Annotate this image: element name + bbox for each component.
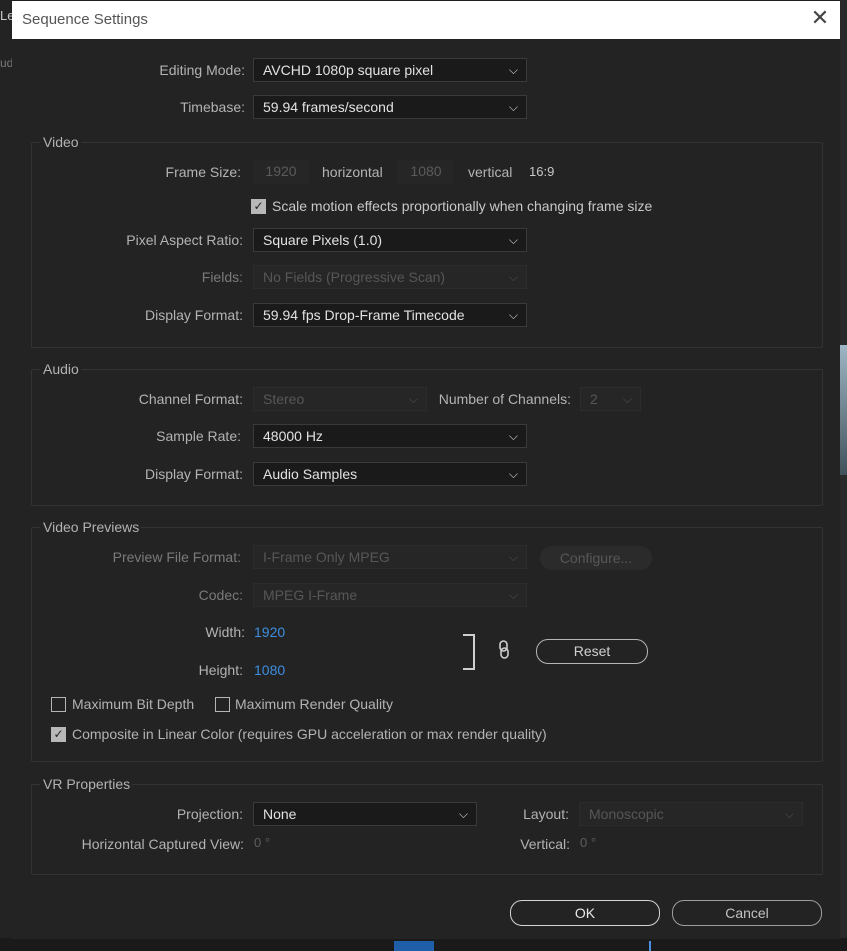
dialog-title: Sequence Settings [22,11,148,28]
horizontal-label: horizontal [322,164,383,180]
layout-label: Layout: [523,806,569,822]
width-label: Width: [205,624,245,640]
audio-display-format-label: Display Format: [144,466,243,482]
configure-button[interactable]: Configure... [540,546,652,570]
sample-rate-label: Sample Rate: [156,428,241,444]
chevron-down-icon: ⌵ [508,63,518,77]
chevron-down-icon: ⌵ [508,270,518,284]
projection-value: None [263,806,297,822]
codec-label: Codec: [198,587,243,603]
editing-mode-label: Editing Mode: [159,62,245,78]
max-render-quality-label: Maximum Render Quality [235,696,393,712]
preview-file-format-select[interactable]: I-Frame Only MPEG ⌵ [253,545,527,569]
frame-height-field: 1080 [398,160,454,184]
channel-format-select[interactable]: Stereo ⌵ [253,387,427,411]
chevron-down-icon: ⌵ [408,392,418,406]
frame-size-label: Frame Size: [165,164,241,180]
number-of-channels-label: Number of Channels: [438,391,571,407]
channel-format-value: Stereo [263,391,305,407]
fields-select[interactable]: No Fields (Progressive Scan) ⌵ [253,265,527,289]
close-icon: ✕ [810,5,830,30]
audio-display-format-value: Audio Samples [263,466,358,482]
timebase-label: Timebase: [180,99,245,115]
pixel-aspect-label: Pixel Aspect Ratio: [126,232,243,248]
projection-label: Projection: [176,806,243,822]
timebase-value: 59.94 frames/second [263,99,394,115]
timebase-select[interactable]: 59.94 frames/second ⌵ [253,95,527,119]
cancel-button[interactable]: Cancel [672,900,822,926]
editing-mode-select[interactable]: AVCHD 1080p square pixel ⌵ [253,58,527,82]
scale-motion-checkbox[interactable]: ✓ [251,199,266,214]
projection-select[interactable]: None ⌵ [253,802,477,826]
link-icon[interactable] [496,640,512,660]
chevron-down-icon: ⌵ [508,233,518,247]
vr-vertical-label: Vertical: [520,836,570,852]
frame-width-field: 1920 [253,160,309,184]
height-label: Height: [198,662,243,678]
background-thumbnail [840,345,847,475]
preview-width-value[interactable]: 1920 [254,624,285,640]
aspect-ratio-text: 16:9 [529,164,555,179]
editing-mode-value: AVCHD 1080p square pixel [263,62,434,78]
composite-linear-checkbox[interactable]: ✓ [51,727,66,742]
video-previews-section-title: Video Previews [40,519,142,535]
link-bracket [463,634,475,670]
layout-value: Monoscopic [589,806,664,822]
video-section-title: Video [40,134,81,150]
horizontal-captured-view-value[interactable]: 0 ° [254,835,270,850]
codec-select[interactable]: MPEG I-Frame ⌵ [253,583,527,607]
chevron-down-icon: ⌵ [508,588,518,602]
background-timeline-marker [394,941,434,951]
vr-properties-section-title: VR Properties [40,776,133,792]
chevron-down-icon: ⌵ [508,429,518,443]
video-display-format-select[interactable]: 59.94 fps Drop-Frame Timecode ⌵ [253,303,527,327]
sample-rate-value: 48000 Hz [263,428,323,444]
number-of-channels-value: 2 [590,391,598,407]
fields-value: No Fields (Progressive Scan) [263,269,446,285]
channel-format-label: Channel Format: [138,391,243,407]
reset-button[interactable]: Reset [536,639,648,664]
layout-select[interactable]: Monoscopic ⌵ [579,802,803,826]
vr-properties-group [31,784,823,875]
composite-linear-label: Composite in Linear Color (requires GPU … [72,726,547,742]
close-button[interactable]: ✕ [810,5,830,30]
vr-vertical-value[interactable]: 0 ° [580,835,596,850]
video-display-format-value: 59.94 fps Drop-Frame Timecode [263,307,465,323]
background-playhead [649,941,651,951]
max-render-quality-checkbox[interactable] [215,697,230,712]
check-icon: ✓ [253,199,264,213]
chevron-down-icon: ⌵ [508,550,518,564]
chevron-down-icon: ⌵ [508,308,518,322]
fields-label: Fields: [201,269,243,285]
pixel-aspect-select[interactable]: Square Pixels (1.0) ⌵ [253,228,527,252]
chevron-down-icon: ⌵ [508,467,518,481]
video-display-format-label: Display Format: [144,307,243,323]
number-of-channels-select[interactable]: 2 ⌵ [580,387,641,411]
preview-file-format-value: I-Frame Only MPEG [263,549,390,565]
audio-section-title: Audio [40,361,81,377]
chevron-down-icon: ⌵ [508,100,518,114]
background-app-right [840,0,847,951]
check-icon: ✓ [53,727,64,741]
chevron-down-icon: ⌵ [784,807,794,821]
sample-rate-select[interactable]: 48000 Hz ⌵ [253,424,527,448]
preview-file-format-label: Preview File Format: [112,549,241,565]
preview-height-value[interactable]: 1080 [254,662,285,678]
chevron-down-icon: ⌵ [458,807,468,821]
max-bit-depth-label: Maximum Bit Depth [72,696,195,712]
vertical-label: vertical [468,164,513,180]
scale-motion-label: Scale motion effects proportionally when… [272,198,653,214]
ok-button[interactable]: OK [510,900,660,926]
horizontal-captured-view-label: Horizontal Captured View: [81,836,244,852]
codec-value: MPEG I-Frame [263,587,358,603]
background-app-left [0,0,12,951]
audio-display-format-select[interactable]: Audio Samples ⌵ [253,462,527,486]
pixel-aspect-value: Square Pixels (1.0) [263,232,383,248]
max-bit-depth-checkbox[interactable] [51,697,66,712]
chevron-down-icon: ⌵ [622,392,632,406]
